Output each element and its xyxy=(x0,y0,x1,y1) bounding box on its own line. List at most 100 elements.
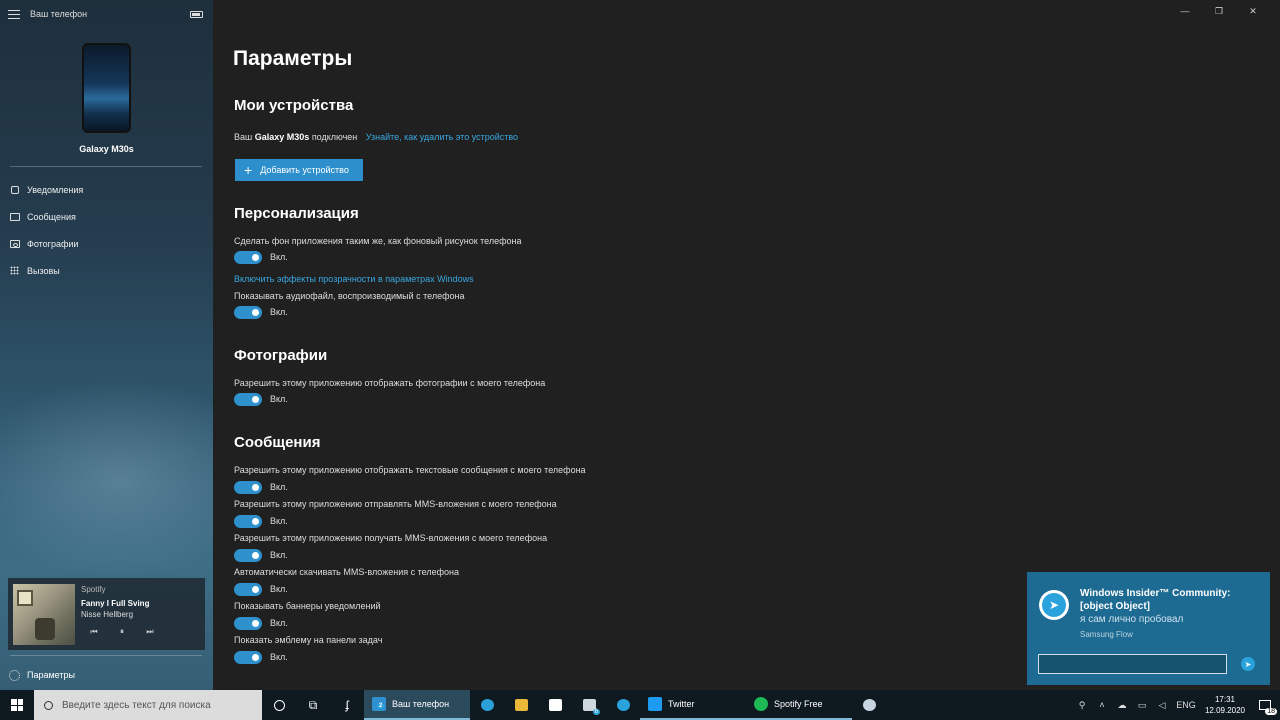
sidebar: Ваш телефон Galaxy M30s Уведомления Сооб… xyxy=(0,0,213,690)
telegram-icon: ➤ xyxy=(1039,590,1069,620)
taskbar-badge-toggle[interactable] xyxy=(234,650,262,664)
steam-icon xyxy=(862,699,876,711)
cortana-icon xyxy=(273,699,285,711)
taskbar-app-your-phone[interactable]: 2 Ваш телефон xyxy=(364,690,470,720)
notification-banners-toggle[interactable] xyxy=(234,616,262,630)
show-sms-toggle[interactable] xyxy=(234,480,262,494)
section-heading-photos: Фотографии xyxy=(234,347,328,364)
sidebar-item-settings[interactable]: Параметры xyxy=(9,667,75,683)
setting-label: Сделать фон приложения таким же, как фон… xyxy=(234,236,522,246)
volume-icon[interactable]: ◁ xyxy=(1152,700,1172,711)
media-player: Spotify Fanny I Full Sving Nisse Hellber… xyxy=(8,578,205,650)
restore-button[interactable]: ❐ xyxy=(1202,4,1236,18)
taskbar-app-flow[interactable]: ʄ xyxy=(330,690,364,720)
sidebar-divider xyxy=(10,166,202,167)
sidebar-item-label: Вызовы xyxy=(27,265,60,276)
player-source: Spotify xyxy=(81,585,106,594)
setting-label: Разрешить этому приложению получать MMS-… xyxy=(234,533,548,543)
setting-label: Разрешить этому приложению отправлять MM… xyxy=(234,499,557,509)
sidebar-header: Ваш телефон xyxy=(8,6,203,22)
toggle-state: Вкл. xyxy=(270,307,288,317)
taskbar-app-mail[interactable]: 6 xyxy=(572,690,606,720)
audio-toggle-row: Вкл. xyxy=(234,305,288,319)
player-song: Fanny I Full Sving xyxy=(81,599,150,608)
sidebar-item-label: Сообщения xyxy=(27,211,76,222)
plus-icon: + xyxy=(244,162,253,178)
section-heading-personalization: Персонализация xyxy=(234,205,359,222)
network-icon[interactable]: ▭ xyxy=(1132,700,1152,711)
taskbar-app-steam[interactable] xyxy=(852,690,886,720)
search-placeholder: Введите здесь текст для поиска xyxy=(62,699,211,711)
toast-reply-input[interactable] xyxy=(1038,654,1227,674)
sidebar-item-label: Фотографии xyxy=(27,238,79,249)
previous-track-icon[interactable]: ⏮ xyxy=(88,626,100,638)
phone-image xyxy=(82,43,131,133)
toggle-state: Вкл. xyxy=(270,252,288,262)
photos-toggle[interactable] xyxy=(234,392,262,406)
taskbar-app-store[interactable] xyxy=(538,690,572,720)
wallpaper-toggle[interactable] xyxy=(234,250,262,264)
windows-logo-icon xyxy=(11,699,23,711)
toggle-state: Вкл. xyxy=(270,394,288,404)
page-title: Параметры xyxy=(233,47,353,70)
album-art xyxy=(13,584,75,645)
sidebar-item-photos[interactable]: Фотографии xyxy=(0,230,213,257)
window-controls: — ❐ ✕ xyxy=(1168,4,1270,18)
add-device-button[interactable]: + Добавить устройство xyxy=(235,159,363,181)
battery-icon xyxy=(190,10,203,18)
messages-toggle-row: Вкл. xyxy=(234,548,288,562)
minimize-button[interactable]: — xyxy=(1168,4,1202,18)
taskbar-app-edge[interactable] xyxy=(470,690,504,720)
sidebar-item-notifications[interactable]: Уведомления xyxy=(0,176,213,203)
task-view-icon: ⧉ xyxy=(308,697,318,712)
store-icon xyxy=(548,699,562,711)
sidebar-item-calls[interactable]: Вызовы xyxy=(0,257,213,284)
people-icon[interactable]: ⚲ xyxy=(1072,700,1092,711)
send-icon[interactable]: ➤ xyxy=(1241,657,1255,671)
photos-toggle-row: Вкл. xyxy=(234,392,288,406)
start-button[interactable] xyxy=(0,690,34,720)
send-mms-toggle[interactable] xyxy=(234,514,262,528)
pause-icon[interactable]: ⏸ xyxy=(116,626,128,638)
toggle-state: Вкл. xyxy=(270,584,288,594)
section-heading-devices: Мои устройства xyxy=(234,97,354,114)
taskbar-search[interactable]: Введите здесь текст для поиска xyxy=(34,690,262,720)
folder-icon xyxy=(514,699,528,711)
cloud-icon[interactable]: ☁ xyxy=(1112,700,1132,711)
flow-app-icon: ʄ xyxy=(345,698,349,712)
message-icon xyxy=(9,211,20,222)
auto-download-mms-toggle[interactable] xyxy=(234,582,262,596)
cortana-button[interactable] xyxy=(262,690,296,720)
remove-device-link[interactable]: Узнайте, как удалить это устройство xyxy=(366,132,518,142)
action-center-button[interactable]: 18 xyxy=(1250,690,1280,720)
edge-icon xyxy=(480,699,494,711)
clock-time: 17:31 xyxy=(1214,695,1236,704)
sidebar-divider xyxy=(10,655,202,656)
wallpaper-toggle-row: Вкл. xyxy=(234,250,288,264)
receive-mms-toggle[interactable] xyxy=(234,548,262,562)
taskbar-app-twitter[interactable]: Twitter xyxy=(640,690,746,720)
taskbar-app-explorer[interactable] xyxy=(504,690,538,720)
clock[interactable]: 17:31 12.09.2020 xyxy=(1200,694,1250,716)
taskbar: Введите здесь текст для поиска ⧉ ʄ 2 Ваш… xyxy=(0,690,1280,720)
sidebar-background-mist xyxy=(0,380,213,580)
close-button[interactable]: ✕ xyxy=(1236,4,1270,18)
task-view-button[interactable]: ⧉ xyxy=(296,690,330,720)
transparency-settings-link[interactable]: Включить эффекты прозрачности в параметр… xyxy=(234,274,474,284)
setting-label: Автоматически скачивать MMS-вложения с т… xyxy=(234,567,459,577)
photo-icon xyxy=(9,238,20,249)
dialpad-icon xyxy=(9,265,20,276)
toast-notification[interactable]: ➤ Windows Insider™ Community: [object Ob… xyxy=(1027,572,1270,685)
gear-icon xyxy=(9,669,20,681)
taskbar-app-telegram[interactable] xyxy=(606,690,640,720)
hamburger-menu-icon[interactable] xyxy=(8,9,20,19)
player-controls: ⏮ ⏸ ⏭ xyxy=(88,626,156,638)
section-heading-messages: Сообщения xyxy=(234,434,321,451)
next-track-icon[interactable]: ⏭ xyxy=(144,626,156,638)
sidebar-item-messages[interactable]: Сообщения xyxy=(0,203,213,230)
taskbar-app-spotify[interactable]: Spotify Free xyxy=(746,690,852,720)
chevron-up-icon[interactable]: ˄ xyxy=(1092,700,1112,710)
toast-title: Windows Insider™ Community: [object Obje… xyxy=(1080,588,1231,612)
audio-toggle[interactable] xyxy=(234,305,262,319)
language-indicator[interactable]: ENG xyxy=(1172,700,1200,710)
